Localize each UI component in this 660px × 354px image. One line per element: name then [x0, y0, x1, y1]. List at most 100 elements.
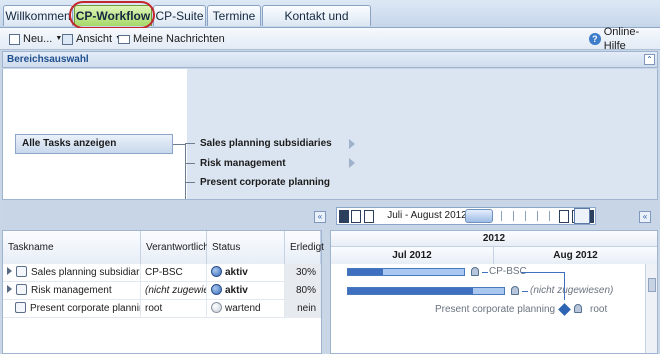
task-name-cell: Risk management: [3, 282, 141, 300]
area-item-risk-management[interactable]: Risk management: [200, 158, 286, 169]
status-active-icon: [211, 284, 222, 295]
tab-cp-suite[interactable]: CP-Suite: [153, 5, 206, 26]
status-waiting-icon: [211, 302, 222, 313]
status-cell: aktiv: [207, 264, 285, 282]
gantt-bar-progress: [348, 269, 383, 275]
gantt-task-label: Present corporate planning: [435, 304, 556, 315]
messages-label: Meine Nachrichten: [133, 33, 225, 45]
envelope-icon: [118, 34, 130, 44]
person-icon: [574, 304, 582, 313]
previous-step-icon[interactable]: [364, 210, 374, 223]
column-header-status[interactable]: Status: [207, 231, 285, 264]
gantt-year-header: 2012: [331, 231, 657, 247]
tab-willkommen[interactable]: Willkommen: [3, 5, 73, 26]
help-label: Online-Hilfe: [603, 26, 640, 52]
task-icon: [16, 284, 27, 295]
expand-right-icon[interactable]: [349, 139, 355, 149]
tree-connector: [173, 144, 185, 145]
done-cell: nein: [285, 300, 321, 318]
task-name: Present corporate planning: [30, 303, 141, 314]
calendar-icon[interactable]: [574, 208, 590, 224]
expand-right-icon[interactable]: [349, 158, 355, 168]
gantt-month-header: Aug 2012: [494, 247, 657, 264]
tree-connector: [185, 143, 195, 144]
done-cell: 30%: [285, 264, 321, 282]
owner-cell: root: [141, 300, 207, 318]
table-row[interactable]: Present corporate planning root wartend …: [3, 300, 321, 318]
area-item-sales-planning[interactable]: Sales planning subsidiaries: [200, 138, 332, 149]
dependency-line: [521, 272, 565, 273]
person-icon: [511, 286, 519, 295]
task-name: Sales planning subsidiaries: [31, 267, 141, 278]
checkbox-task-icon: [15, 302, 26, 313]
gantt-connector: [522, 291, 528, 292]
gantt-chart: 2012 Jul 2012 Aug 2012 CP-BSC (nicht zug…: [330, 230, 658, 354]
scrollbar-thumb[interactable]: [648, 278, 656, 292]
gantt-owner-label: (nicht zugewiesen): [530, 285, 614, 296]
timeline-tick: [549, 211, 550, 221]
highlight-ring: [69, 1, 155, 29]
gantt-bar-progress: [348, 288, 473, 294]
timeline-tick: [513, 211, 514, 221]
previous-period-icon[interactable]: [351, 210, 361, 223]
timeline-tick: [501, 211, 502, 221]
help-icon: ?: [589, 33, 601, 45]
status-cell: wartend: [207, 300, 285, 318]
tab-kontakt-und-support[interactable]: Kontakt und Support: [262, 5, 371, 43]
gantt-month-header: Jul 2012: [331, 247, 494, 264]
area-item-present-corporate-planning[interactable]: Present corporate planning: [200, 177, 330, 188]
owner-cell: (nicht zugewie...: [141, 282, 207, 300]
gantt-bar-risk-management[interactable]: [347, 287, 505, 295]
column-header-owner[interactable]: Verantwortlich: [141, 231, 209, 264]
task-name: Risk management: [31, 285, 112, 296]
collapse-up-icon[interactable]: ⌃: [644, 54, 655, 65]
done-cell: 80%: [285, 282, 321, 300]
view-icon: [62, 33, 73, 45]
task-grid: Taskname Verantwortlich Status Erledigt …: [2, 230, 324, 354]
table-row[interactable]: Risk management (nicht zugewie... aktiv …: [3, 282, 321, 300]
milestone-diamond[interactable]: [558, 303, 571, 316]
timeline-tick: [537, 211, 538, 221]
new-document-icon: [9, 33, 20, 45]
status-cell: aktiv: [207, 282, 285, 300]
view-button[interactable]: Ansicht ▼: [62, 32, 122, 46]
timeline-tick: [525, 211, 526, 221]
tree-connector: [185, 163, 195, 164]
messages-button[interactable]: Meine Nachrichten: [118, 32, 225, 46]
expand-icon[interactable]: [7, 267, 12, 275]
column-header-taskname[interactable]: Taskname: [3, 231, 141, 264]
person-icon: [471, 267, 479, 276]
timeline-toolbar: « Juli - August 2012 «: [2, 199, 658, 229]
timeline-navigator[interactable]: Juli - August 2012: [336, 207, 596, 225]
collapse-right-icon[interactable]: «: [639, 211, 651, 223]
period-label: Juli - August 2012: [387, 210, 467, 221]
status-text: aktiv: [225, 285, 248, 296]
next-step-icon[interactable]: [559, 210, 569, 223]
table-row[interactable]: Sales planning subsidiaries CP-BSC aktiv…: [3, 264, 321, 282]
gantt-connector: [482, 272, 488, 273]
collapse-left-icon[interactable]: «: [314, 211, 326, 223]
area-selection-header: Bereichsauswahl ⌃: [2, 51, 658, 68]
tree-connector: [185, 182, 195, 183]
task-name-cell: Present corporate planning: [3, 300, 141, 318]
help-button[interactable]: ? Online-Hilfe: [589, 26, 660, 52]
task-icon: [16, 266, 27, 277]
status-text: wartend: [225, 303, 261, 314]
view-label: Ansicht: [76, 33, 113, 45]
first-period-icon[interactable]: [339, 210, 349, 223]
task-name-cell: Sales planning subsidiaries: [3, 264, 141, 282]
new-button[interactable]: Neu... ▼: [9, 32, 62, 46]
tree-connector: [185, 143, 186, 199]
owner-cell: CP-BSC: [141, 264, 207, 282]
area-selection-title: Bereichsauswahl: [7, 54, 89, 65]
expand-icon[interactable]: [7, 285, 12, 293]
toolbar: Neu... ▼ Ansicht ▼ Meine Nachrichten ? O…: [0, 26, 660, 52]
tab-termine[interactable]: Termine: [207, 5, 261, 26]
gantt-scrollbar[interactable]: [645, 264, 657, 353]
period-slider-thumb[interactable]: [465, 209, 493, 223]
all-tasks-node[interactable]: Alle Tasks anzeigen: [15, 134, 173, 154]
gantt-owner-label: root: [590, 304, 608, 315]
column-header-done[interactable]: Erledigt: [285, 231, 324, 264]
status-text: aktiv: [225, 267, 248, 278]
gantt-bar-sales-planning[interactable]: [347, 268, 465, 276]
